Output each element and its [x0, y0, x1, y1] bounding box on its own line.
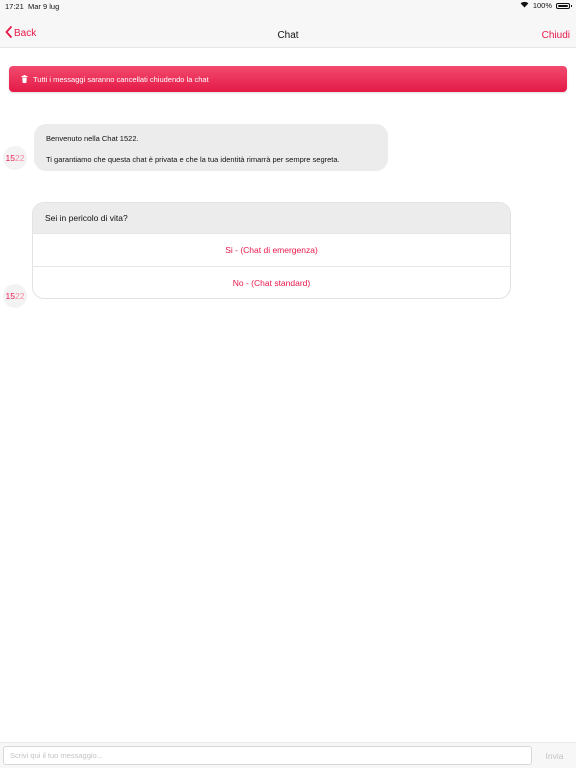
message-line: Benvenuto nella Chat 1522.: [46, 134, 139, 143]
wifi-icon: [520, 1, 529, 10]
avatar-text-part: 2: [19, 291, 25, 301]
battery-icon: [556, 2, 572, 9]
option-standard-chat[interactable]: No - (Chat standard): [33, 266, 510, 298]
close-button[interactable]: Chiudi: [542, 30, 570, 41]
question-text: Sei in pericolo di vita?: [33, 203, 510, 233]
battery-percentage: 100%: [532, 1, 552, 10]
avatar: 15 2 2: [3, 146, 27, 170]
battery-level: [558, 4, 568, 7]
send-button[interactable]: Invia: [536, 746, 573, 765]
banner-text: Tutti i messaggi saranno cancellati chiu…: [33, 74, 209, 84]
trash-icon: [21, 75, 28, 83]
avatar-text-part: 15: [5, 153, 15, 163]
avatar-text-part: 15: [5, 291, 15, 301]
status-date: Mar 9 lug: [28, 2, 60, 11]
status-bar: 17:21 Mar 9 lug 100%: [0, 0, 576, 12]
question-card: Sei in pericolo di vita? Si - (Chat di e…: [32, 202, 511, 299]
option-emergency-chat[interactable]: Si - (Chat di emergenza): [33, 233, 510, 266]
message-input-bar: Invia: [0, 742, 576, 768]
avatar: 15 2 2: [3, 284, 27, 308]
warning-banner: Tutti i messaggi saranno cancellati chiu…: [9, 66, 567, 92]
navigation-bar: Back Chat Chiudi: [0, 12, 576, 48]
page-title: Chat: [277, 30, 299, 41]
status-time: 17:21: [5, 2, 24, 11]
avatar-text-part: 2: [19, 153, 25, 163]
chat-message-bubble: Benvenuto nella Chat 1522. Ti garantiamo…: [34, 124, 388, 171]
message-line: Ti garantiamo che questa chat è privata …: [46, 155, 340, 164]
status-indicators: 100%: [520, 1, 572, 10]
message-input[interactable]: [3, 746, 532, 765]
